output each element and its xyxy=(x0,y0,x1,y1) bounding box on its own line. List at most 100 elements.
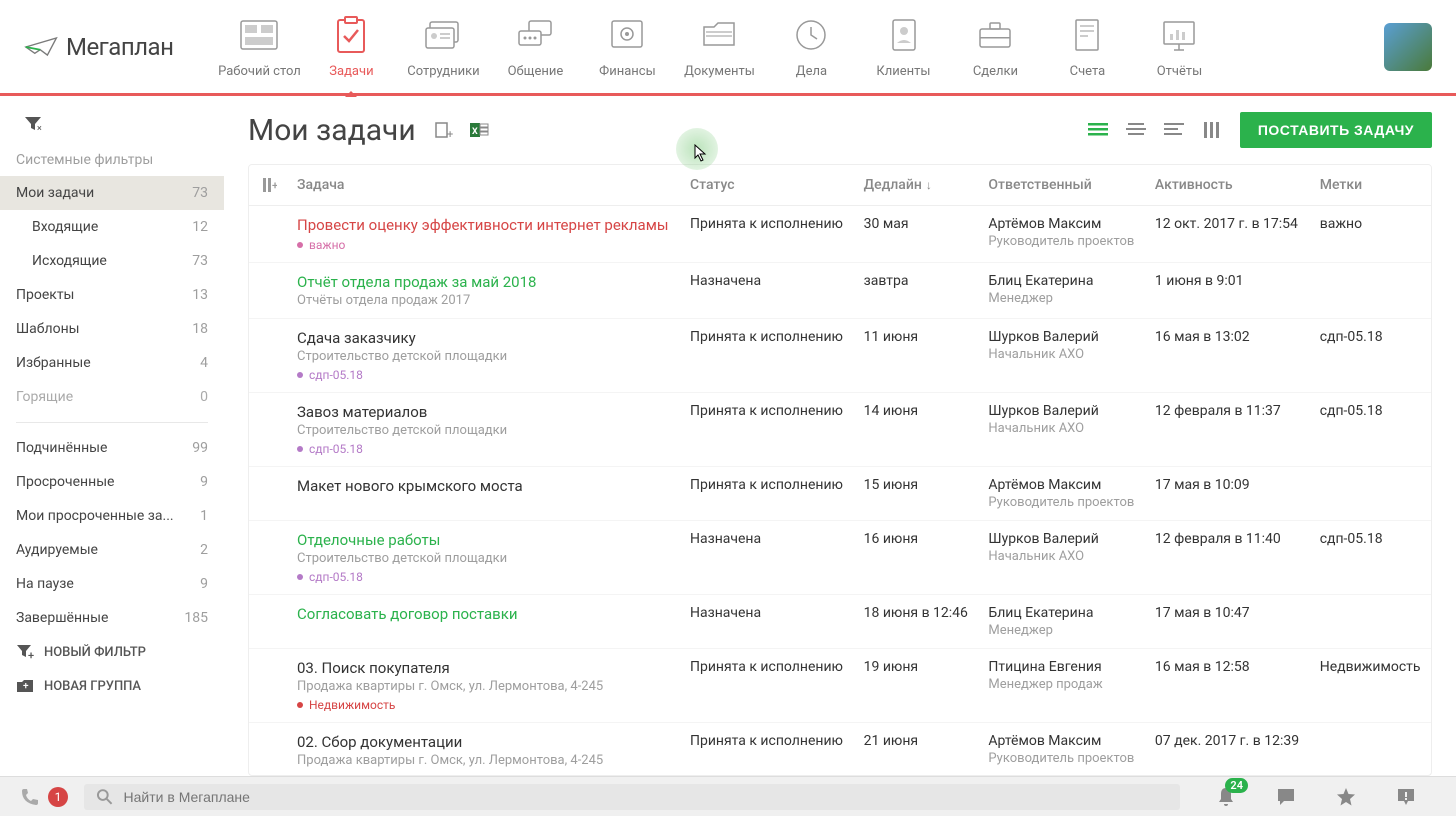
sidebar-heading: Системные фильтры xyxy=(0,144,224,176)
nav-tasks[interactable]: Задачи xyxy=(305,14,397,79)
task-activity: 17 мая в 10:09 xyxy=(1145,467,1310,521)
nav-reports[interactable]: Отчёты xyxy=(1133,14,1225,79)
notifications-button[interactable]: 24 xyxy=(1216,786,1236,808)
sidebar-item-count: 9 xyxy=(200,576,208,592)
task-label xyxy=(1310,467,1431,521)
nav-deals[interactable]: Сделки xyxy=(949,14,1041,79)
task-label: важно xyxy=(1310,206,1431,263)
id-cards-icon xyxy=(422,18,464,52)
svg-text:X: X xyxy=(472,127,478,137)
sidebar-item-label: Входящие xyxy=(32,219,98,235)
task-status: Принята к исполнению xyxy=(680,319,854,393)
task-person-role: Начальник АХО xyxy=(988,549,1135,564)
safe-icon xyxy=(609,18,645,52)
content: Мои задачи + X ПОСТАВИТЬ ЗАДАЧУ + Задача xyxy=(224,96,1456,776)
messages-button[interactable] xyxy=(1276,787,1296,807)
view-list-compact[interactable] xyxy=(1088,122,1108,138)
presentation-chart-icon xyxy=(1160,18,1198,52)
col-task[interactable]: Задача xyxy=(287,165,680,206)
logo[interactable]: Мегаплан xyxy=(24,33,173,61)
task-status: Принята к исполнению xyxy=(680,649,854,723)
task-label xyxy=(1310,723,1431,777)
task-label: Недвижимость xyxy=(1310,649,1431,723)
table-row[interactable]: Завоз материаловСтроительство детской пл… xyxy=(249,393,1431,467)
sidebar-item[interactable]: На паузе9 xyxy=(0,567,224,601)
dashboard-icon xyxy=(239,19,279,51)
col-activity[interactable]: Активность xyxy=(1145,165,1310,206)
col-deadline[interactable]: Дедлайн↓ xyxy=(854,165,979,206)
view-list-center[interactable] xyxy=(1126,122,1146,138)
task-subtitle: Продажа квартиры г. Омск, ул. Лермонтова… xyxy=(297,679,670,694)
sidebar-item[interactable]: Горящие0 xyxy=(0,380,224,414)
table-row[interactable]: 02. Сбор документацииПродажа квартиры г.… xyxy=(249,723,1431,777)
nav-finance[interactable]: Финансы xyxy=(581,14,673,79)
sidebar-item[interactable]: Проекты13 xyxy=(0,278,224,312)
task-title: Провести оценку эффективности интернет р… xyxy=(297,216,670,234)
user-avatar[interactable] xyxy=(1384,23,1432,71)
nav-clients[interactable]: Клиенты xyxy=(857,14,949,79)
svg-text:+: + xyxy=(447,128,453,140)
view-list-left[interactable] xyxy=(1164,122,1184,138)
sidebar-item[interactable]: Мои задачи73 xyxy=(0,176,224,210)
sidebar-item[interactable]: Входящие12 xyxy=(0,210,224,244)
create-task-button[interactable]: ПОСТАВИТЬ ЗАДАЧУ xyxy=(1240,112,1432,148)
sidebar-item[interactable]: Исходящие73 xyxy=(0,244,224,278)
task-status: Принята к исполнению xyxy=(680,723,854,777)
sidebar-item[interactable]: Завершённые185 xyxy=(0,601,224,635)
column-settings-icon[interactable]: + xyxy=(263,178,277,192)
col-status[interactable]: Статус xyxy=(680,165,854,206)
sidebar-item[interactable]: Просроченные9 xyxy=(0,465,224,499)
view-switcher: ПОСТАВИТЬ ЗАДАЧУ xyxy=(1088,112,1432,148)
sidebar-item[interactable]: Аудируемые2 xyxy=(0,533,224,567)
nav-desktop[interactable]: Рабочий стол xyxy=(213,14,305,79)
new-filter-button[interactable]: + НОВЫЙ ФИЛЬТР xyxy=(0,635,224,669)
table-row[interactable]: Отделочные работыСтроительство детской п… xyxy=(249,521,1431,595)
phone-button[interactable]: 1 xyxy=(20,787,68,807)
table-row[interactable]: Отчёт отдела продаж за май 2018 Отчёты от… xyxy=(249,263,1431,319)
sidebar-item-count: 13 xyxy=(192,287,208,303)
task-person-role: Руководитель проектов xyxy=(988,234,1135,249)
nav-affairs[interactable]: Дела xyxy=(765,14,857,79)
new-group-button[interactable]: + НОВАЯ ГРУППА xyxy=(0,669,224,703)
table-row[interactable]: Провести оценку эффективности интернет р… xyxy=(249,206,1431,263)
sidebar-item-count: 0 xyxy=(200,389,208,405)
col-responsible[interactable]: Ответственный xyxy=(978,165,1145,206)
feedback-button[interactable] xyxy=(1396,787,1416,807)
task-status: Назначена xyxy=(680,263,854,319)
sidebar-item[interactable]: Избранные4 xyxy=(0,346,224,380)
sidebar-item[interactable]: Шаблоны18 xyxy=(0,312,224,346)
view-columns[interactable] xyxy=(1202,122,1222,138)
copy-plus-icon[interactable]: + xyxy=(432,119,454,141)
sidebar-item-count: 73 xyxy=(192,253,208,269)
task-person-role: Менеджер продаж xyxy=(988,677,1135,692)
task-status: Принята к исполнению xyxy=(680,393,854,467)
sidebar-item[interactable]: Подчинённые99 xyxy=(0,431,224,465)
task-label xyxy=(1310,263,1431,319)
nav-documents[interactable]: Документы xyxy=(673,14,765,79)
search-input[interactable] xyxy=(124,789,1168,805)
nav-employees[interactable]: Сотрудники xyxy=(397,14,489,79)
table-row[interactable]: 03. Поиск покупателяПродажа квартиры г. … xyxy=(249,649,1431,723)
nav-invoices[interactable]: Счета xyxy=(1041,14,1133,79)
task-tag: важно xyxy=(297,238,345,252)
task-subtitle: Отчёты отдела продаж 2017 xyxy=(297,293,670,308)
search-bar[interactable] xyxy=(84,784,1180,810)
tasks-table: + Задача Статус Дедлайн↓ Ответственный А… xyxy=(248,164,1432,776)
col-labels[interactable]: Метки xyxy=(1310,165,1431,206)
task-title: Отчёт отдела продаж за май 2018 xyxy=(297,273,670,291)
table-row[interactable]: Согласовать договор поставкиНазначена18 … xyxy=(249,595,1431,649)
task-person-role: Руководитель проектов xyxy=(988,495,1135,510)
excel-export-icon[interactable]: X xyxy=(468,119,490,141)
sidebar-item-label: Мои задачи xyxy=(16,185,94,201)
table-row[interactable]: Макет нового крымского мостаПринята к ис… xyxy=(249,467,1431,521)
task-activity: 1 июня в 9:01 xyxy=(1145,263,1310,319)
task-activity: 12 окт. 2017 г. в 17:54 xyxy=(1145,206,1310,263)
favorites-button[interactable] xyxy=(1336,787,1356,807)
task-deadline: завтра xyxy=(854,263,979,319)
task-label: сдп-05.18 xyxy=(1310,521,1431,595)
table-row[interactable]: Сдача заказчикуСтроительство детской пло… xyxy=(249,319,1431,393)
filter-clear-icon[interactable]: × xyxy=(0,112,224,144)
chat-bubbles-icon xyxy=(515,19,555,51)
sidebar-item[interactable]: Мои просроченные за...1 xyxy=(0,499,224,533)
nav-chat[interactable]: Общение xyxy=(489,14,581,79)
